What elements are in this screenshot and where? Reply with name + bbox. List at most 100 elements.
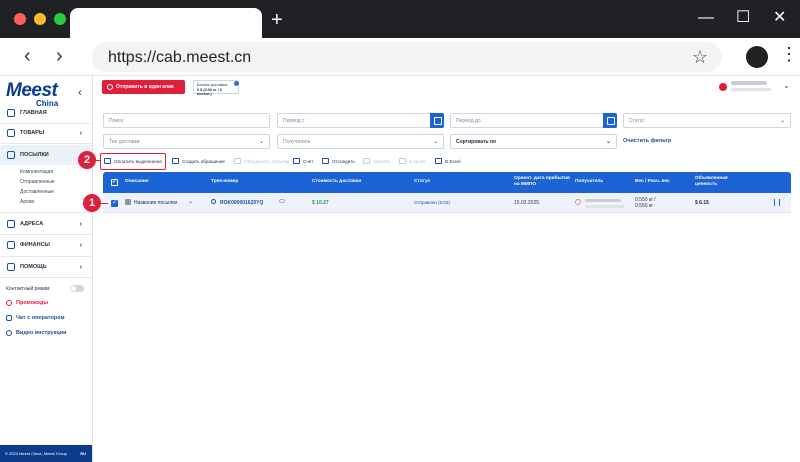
step-marker-2: 2 (78, 151, 96, 169)
close-dot[interactable] (14, 13, 26, 25)
chevron-right-icon: › (79, 129, 82, 137)
track-icon (322, 158, 329, 164)
delete-label: Удалить (373, 158, 391, 164)
chevron-right-icon: › (79, 220, 82, 228)
user-avatar-icon[interactable] (719, 83, 727, 91)
col-tracking[interactable]: Трек-номер (211, 179, 238, 185)
url-text[interactable]: https://cab.meest.cn (108, 49, 251, 67)
link-icon[interactable] (279, 199, 285, 203)
status-select[interactable]: Статус ⌄ (623, 113, 791, 128)
col-cost[interactable]: Стоимость доставки (312, 179, 361, 185)
select-all-checkbox[interactable]: ✓ (111, 179, 118, 186)
invoice-button[interactable]: Счёт (293, 156, 313, 166)
sort-action-icon[interactable] (774, 199, 780, 206)
period-to-field[interactable]: Период до (450, 113, 617, 128)
col-arrival[interactable]: Ориент. дата прибытия на ММПО (514, 176, 570, 187)
operator-chat-link[interactable]: Чат с оператором (6, 315, 65, 321)
contact-mode-toggle[interactable] (70, 285, 84, 292)
clear-filter-link[interactable]: Очистить фильтр (623, 138, 671, 144)
zoom-dot[interactable] (54, 13, 66, 25)
language-switch[interactable]: RU (80, 451, 86, 456)
send-icon (107, 84, 113, 90)
send-one-click-button[interactable]: Отправить в один клик (102, 80, 185, 94)
sidebar-sub-assembly[interactable]: Комплектация (20, 169, 53, 175)
period-from-field[interactable]: Период с (277, 113, 444, 128)
calendar-icon[interactable] (430, 113, 444, 128)
status-placeholder: Статус (629, 118, 645, 124)
pay-selected-button[interactable]: Оплатить выделенное (104, 156, 162, 166)
search-input[interactable]: Поиск (103, 113, 270, 128)
operator-chat-label: Чат с оператором (16, 315, 65, 321)
recipient-select[interactable]: Получатель ⌄ (277, 134, 444, 149)
archive-button[interactable]: В архив (399, 156, 426, 166)
sidebar-sub-sent[interactable]: Отправленные (20, 179, 55, 185)
collapse-sidebar-icon[interactable]: ‹ (78, 85, 82, 99)
search-placeholder: Поиск (109, 118, 123, 124)
recipient-placeholder: Получатель (283, 139, 311, 145)
excel-export-button[interactable]: В Excel (435, 156, 461, 166)
create-request-button[interactable]: Создать обращение (172, 156, 225, 166)
archive-label: В архив (409, 158, 426, 164)
chevron-down-icon: ⌄ (432, 139, 438, 145)
browser-menu-icon[interactable]: ⋮ (780, 44, 798, 65)
parcel-name[interactable]: Название посылки (134, 200, 177, 206)
col-weight[interactable]: Вес / Расч. вес (635, 179, 670, 185)
merge-parcels-button[interactable]: Объединить посылки (234, 156, 289, 166)
col-description[interactable]: Описание (125, 179, 149, 185)
sidebar-item-finance[interactable]: ФИНАНСЫ › (0, 235, 92, 255)
excel-icon (435, 158, 442, 164)
user-menu-chevron-icon[interactable]: ⌄ (783, 81, 790, 90)
merge-parcels-label: Объединить посылки (244, 158, 290, 164)
recipient-name-blurred (585, 199, 621, 202)
period-from-placeholder: Период с (283, 118, 305, 124)
user-name-blurred[interactable] (731, 81, 767, 85)
sidebar-sub-archive[interactable]: Архив (20, 199, 34, 205)
sidebar-item-help[interactable]: ПОМОЩЬ › (0, 257, 92, 277)
table-row[interactable]: ✓ Название посылки ⌄ ROK000001620YQ $ 10… (103, 193, 791, 213)
sidebar-sub-delivered[interactable]: Доставленные (20, 189, 54, 195)
col-declared[interactable]: Объявленная ценность (695, 176, 728, 187)
chevron-right-icon: › (79, 263, 82, 271)
invoice-icon (293, 158, 300, 164)
back-icon[interactable]: ‹ (24, 46, 31, 66)
forward-icon[interactable]: › (56, 46, 63, 66)
step-marker-1-line (100, 203, 108, 204)
tracking-number[interactable]: ROK000001620YQ (220, 200, 263, 206)
sidebar-item-home[interactable]: ГЛАВНАЯ (0, 103, 92, 123)
maximize-icon[interactable]: ☐ (736, 8, 750, 28)
expand-chevron-icon[interactable]: ⌄ (188, 198, 193, 205)
info-icon[interactable] (234, 81, 239, 86)
sidebar-footer: © 2023 Meest China, Meest Group RU (0, 445, 92, 462)
track-button[interactable]: Отследить (322, 156, 355, 166)
video-instructions-link[interactable]: Видео инструкции (6, 330, 67, 336)
col-recipient[interactable]: Получатель (575, 179, 603, 185)
minimize-icon[interactable]: — (698, 8, 714, 28)
address-bar[interactable]: https://cab.meest.cn ☆ (92, 42, 722, 72)
arrival-date: 15.02.2025 (514, 200, 540, 206)
close-icon[interactable]: ✕ (773, 8, 786, 28)
profile-avatar-icon[interactable] (746, 46, 768, 68)
sidebar-item-goods[interactable]: ТОВАРЫ › (0, 123, 92, 143)
bookmark-star-icon[interactable]: ☆ (692, 47, 708, 68)
row-checkbox[interactable]: ✓ (111, 200, 118, 207)
step-marker-1: 1 (83, 194, 101, 212)
sidebar-item-addresses[interactable]: АДРЕСА › (0, 214, 92, 234)
new-tab-button[interactable]: + (271, 10, 283, 30)
create-request-label: Создать обращение (182, 158, 225, 164)
chevron-right-icon: › (79, 241, 82, 249)
calendar-icon[interactable] (603, 113, 617, 128)
col-status[interactable]: Статус (414, 179, 430, 185)
col-arrival-line1: Ориент. дата прибытия (514, 176, 570, 181)
sort-select[interactable]: Сортировать по ⌄ (450, 134, 617, 149)
globe-icon (211, 199, 216, 204)
browser-tab[interactable] (70, 8, 262, 38)
delete-button[interactable]: Удалить (363, 156, 391, 166)
delivery-balance: Баланс доставки: 0 $ (0.00 кг / 0 посыл.… (193, 80, 239, 96)
browser-titlebar: + — ☐ ✕ (0, 0, 800, 38)
delivery-cost: $ 10.27 (312, 200, 329, 206)
minimize-dot[interactable] (34, 13, 46, 25)
sidebar-item-label: АДРЕСА (20, 221, 44, 227)
calc-weight-value: 0.550 кг (635, 203, 653, 209)
promo-codes-link[interactable]: Промокоды (6, 300, 48, 306)
delivery-type-select[interactable]: Тип доставки ⌄ (103, 134, 270, 149)
